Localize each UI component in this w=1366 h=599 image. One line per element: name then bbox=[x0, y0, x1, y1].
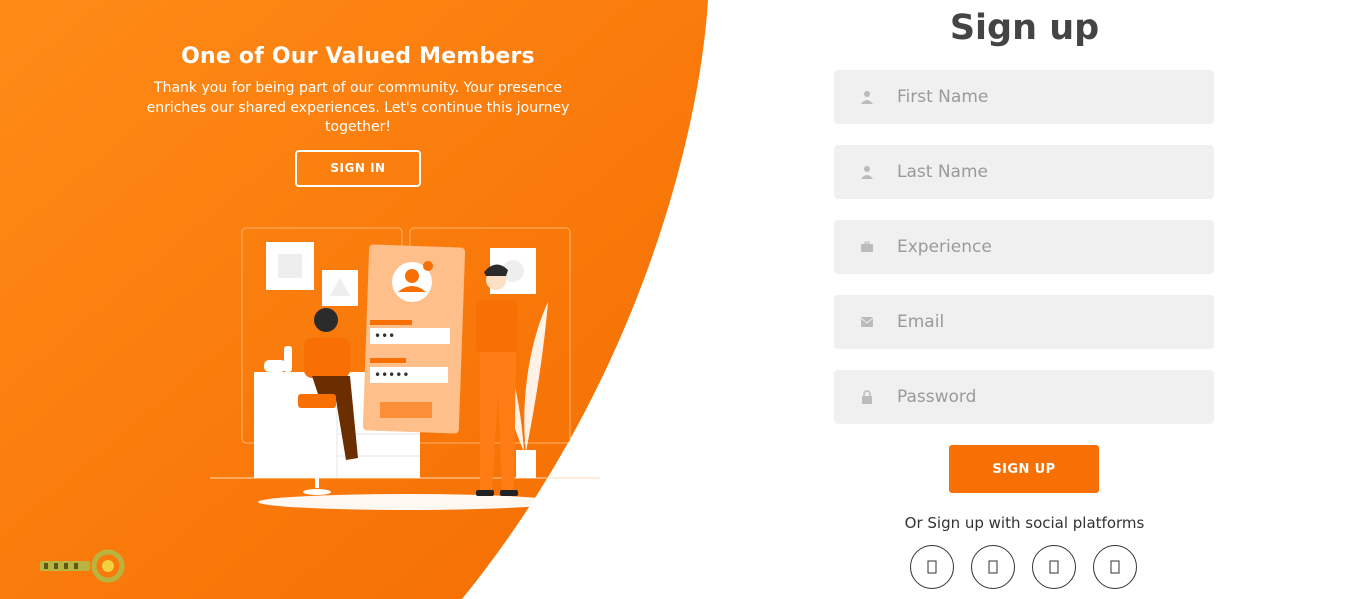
password-field[interactable] bbox=[834, 370, 1214, 424]
user-icon bbox=[861, 90, 873, 104]
facebook-button[interactable] bbox=[910, 545, 954, 589]
experience-input[interactable] bbox=[895, 236, 1199, 258]
linkedin-button[interactable] bbox=[1093, 545, 1137, 589]
linkedin-icon bbox=[1110, 560, 1120, 574]
sign-in-button[interactable]: SIGN IN bbox=[295, 149, 421, 187]
welcome-panel: One of Our Valued Members Thank you for … bbox=[120, 44, 596, 187]
envelope-icon bbox=[861, 315, 873, 329]
welcome-text: Thank you for being part of our communit… bbox=[146, 80, 570, 135]
first-name-field[interactable] bbox=[834, 70, 1214, 124]
last-name-field[interactable] bbox=[834, 145, 1214, 199]
google-button[interactable] bbox=[1032, 545, 1076, 589]
welcome-title: One of Our Valued Members bbox=[181, 44, 535, 69]
password-input[interactable] bbox=[895, 386, 1199, 408]
lock-icon bbox=[861, 390, 873, 404]
experience-field[interactable] bbox=[834, 220, 1214, 274]
last-name-input[interactable] bbox=[895, 161, 1199, 183]
svg-text:•••: ••• bbox=[374, 329, 395, 343]
user-icon bbox=[861, 165, 873, 179]
social-signup-text: Or Sign up with social platforms bbox=[904, 514, 1145, 532]
briefcase-icon bbox=[861, 240, 873, 254]
circle-logo-icon bbox=[40, 549, 125, 583]
twitter-icon bbox=[988, 560, 998, 574]
email-field[interactable] bbox=[834, 295, 1214, 349]
facebook-icon bbox=[927, 560, 937, 574]
google-icon bbox=[1049, 560, 1059, 574]
social-buttons bbox=[910, 545, 1140, 591]
signup-title: Sign up bbox=[949, 8, 1100, 48]
first-name-input[interactable] bbox=[895, 86, 1199, 108]
sign-up-button[interactable]: SIGN UP bbox=[949, 445, 1099, 493]
svg-text:•••••: ••••• bbox=[374, 368, 409, 382]
login-illustration: ••• ••••• bbox=[210, 227, 600, 510]
email-input[interactable] bbox=[895, 311, 1199, 333]
twitter-button[interactable] bbox=[971, 545, 1015, 589]
